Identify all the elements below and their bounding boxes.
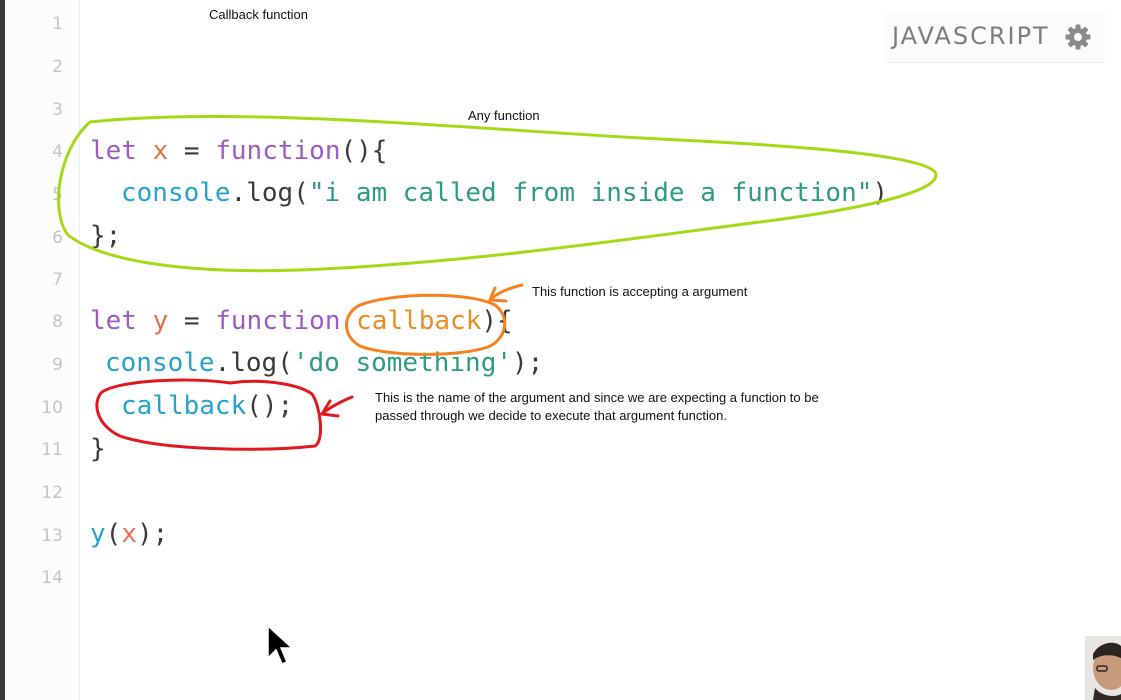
red-arrow-icon: [320, 395, 354, 418]
variable-name: y: [152, 306, 169, 336]
keyword: let: [90, 136, 137, 166]
punctuation: (){: [340, 136, 388, 166]
keyword: function: [215, 136, 341, 166]
punctuation: );: [512, 348, 544, 378]
code-line-10[interactable]: callback();: [121, 390, 293, 422]
gear-icon[interactable]: [1064, 23, 1092, 51]
annotation-accepting-argument: This function is accepting a argument: [532, 284, 748, 299]
line-number: 1: [52, 14, 63, 34]
function-call: y: [90, 519, 106, 549]
annotation-any-function: Any function: [468, 108, 540, 123]
code-line-11[interactable]: }: [90, 433, 106, 465]
code-line-13[interactable]: y(x);: [90, 518, 168, 550]
annotation-title: Callback function: [209, 7, 308, 22]
function-call: callback: [121, 391, 247, 421]
punctuation: [340, 306, 356, 336]
webcam-thumbnail: [1085, 636, 1121, 700]
method-call: .log(: [214, 348, 293, 378]
keyword: let: [90, 306, 137, 336]
operator: =: [168, 136, 216, 166]
line-number: 14: [41, 568, 63, 588]
string-literal: "i am called from inside a function": [308, 178, 873, 208]
mouse-cursor-icon: [267, 624, 294, 665]
line-number: 5: [52, 185, 63, 205]
punctuation: ): [872, 178, 889, 208]
line-number: 3: [52, 100, 63, 120]
line-number: 9: [52, 355, 63, 375]
punctuation: );: [136, 519, 169, 549]
line-number: 13: [41, 526, 63, 546]
method-call: .log(: [230, 178, 309, 208]
punctuation: ();: [246, 391, 294, 421]
language-label: JAVASCRIPT: [892, 22, 1050, 50]
line-number: 2: [52, 57, 63, 77]
keyword: function: [215, 306, 341, 336]
code-line-9[interactable]: console.log('do something');: [105, 347, 543, 379]
annotation-explanation: This is the name of the argument and sin…: [375, 390, 819, 423]
line-number: 4: [52, 142, 63, 162]
code-line-4[interactable]: let x = function(){: [90, 135, 387, 167]
line-number: 12: [41, 483, 63, 503]
parameter-name: callback: [356, 306, 482, 336]
string-literal: 'do something': [292, 348, 513, 378]
line-number: 6: [52, 228, 63, 248]
line-number: 7: [52, 270, 63, 290]
line-number: 11: [41, 440, 63, 460]
orange-arrow-icon: [488, 283, 524, 303]
code-line-6[interactable]: };: [90, 220, 121, 252]
variable-name: x: [152, 136, 169, 166]
operator: =: [168, 306, 216, 336]
punctuation: (: [105, 519, 122, 549]
code-line-5[interactable]: console.log("i am called from inside a f…: [121, 177, 888, 209]
punctuation: ){: [481, 306, 513, 336]
language-selector[interactable]: JAVASCRIPT: [885, 12, 1105, 63]
argument-name: x: [121, 519, 137, 549]
object-name: console: [121, 178, 231, 208]
line-number: 10: [41, 398, 63, 418]
code-line-8[interactable]: let y = function callback){: [90, 305, 513, 337]
object-name: console: [105, 348, 215, 378]
line-number: 8: [52, 312, 63, 332]
